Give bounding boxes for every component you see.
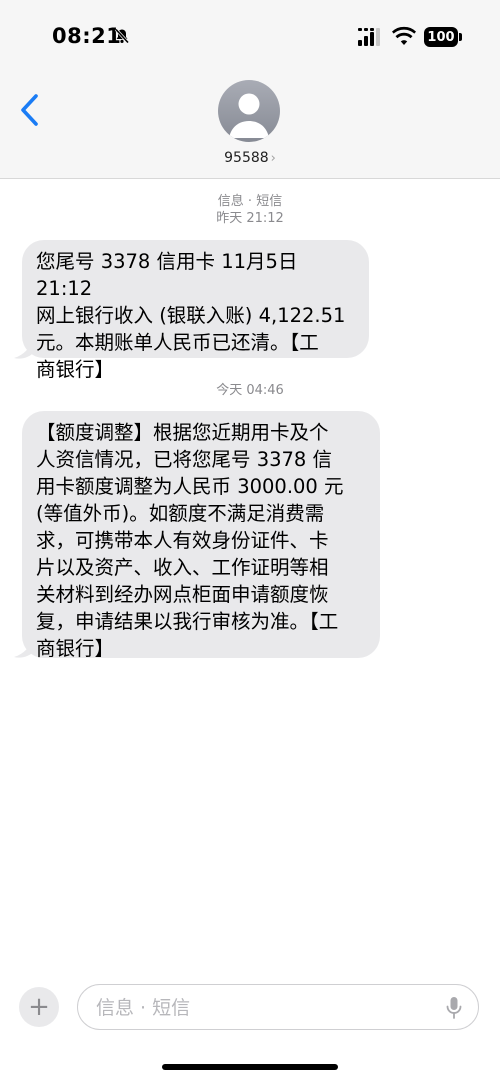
message-line: 【额度调整】根据您近期用卡及个 [36,421,329,444]
conversation-header: 08:21 100 95588 › [0,0,500,179]
cellular-signal-icon [358,28,380,46]
battery-indicator: 100 [424,27,458,47]
battery-cap [459,33,462,41]
chevron-right-icon: › [270,151,276,166]
message-input[interactable] [94,993,428,1023]
wifi-icon [392,26,416,45]
contact-avatar[interactable] [218,80,280,142]
message-bubble[interactable]: 【额度调整】根据您近期用卡及个 人资信情况，已将您尾号 3378 信 用卡额度调… [22,411,380,660]
message-line: 片以及资产、收入、工作证明等相 [36,556,329,579]
message-line: 商银行】 [36,358,115,381]
bell-slash-icon [114,28,130,44]
message-line: 复，申请结果以我行审核为准。【工 [36,610,339,633]
message-line: 您尾号 3378 信用卡 11月5日 21:12 [36,250,298,300]
message-line: 关材料到经办网点柜面申请额度恢 [36,583,329,606]
message-service-label: 信息 · 短信 [217,194,283,209]
apps-plus-button[interactable]: + [19,987,59,1027]
message-timestamp: 昨天 21:12 [216,211,284,226]
message-bubble[interactable]: 您尾号 3378 信用卡 11月5日 21:12 网上银行收入 (银联入账) 4… [22,240,369,381]
back-chevron-icon[interactable] [18,92,44,128]
contact-name[interactable]: 95588 › [0,150,500,166]
home-indicator [162,1064,338,1070]
message-line: 人资信情况，已将您尾号 3378 信 [36,448,333,471]
contact-number: 95588 [224,150,269,166]
plus-icon: + [28,992,50,1022]
compose-field[interactable] [77,984,479,1030]
status-time: 08:21 [52,24,122,48]
person-icon [229,93,269,138]
message-line: 求，可携带本人有效身份证件、卡 [36,529,329,552]
message-line: 网上银行收入 (银联入账) 4,122.51 [36,304,346,327]
message-timestamp: 今天 04:46 [216,383,284,398]
message-line: 商银行】 [36,637,115,660]
message-line: 用卡额度调整为人民币 3000.00 元 [36,475,344,498]
message-line: (等值外币)。如额度不满足消费需 [36,502,325,525]
microphone-icon[interactable] [446,996,462,1020]
message-line: 元。本期账单人民币已还清。【工 [36,331,319,354]
